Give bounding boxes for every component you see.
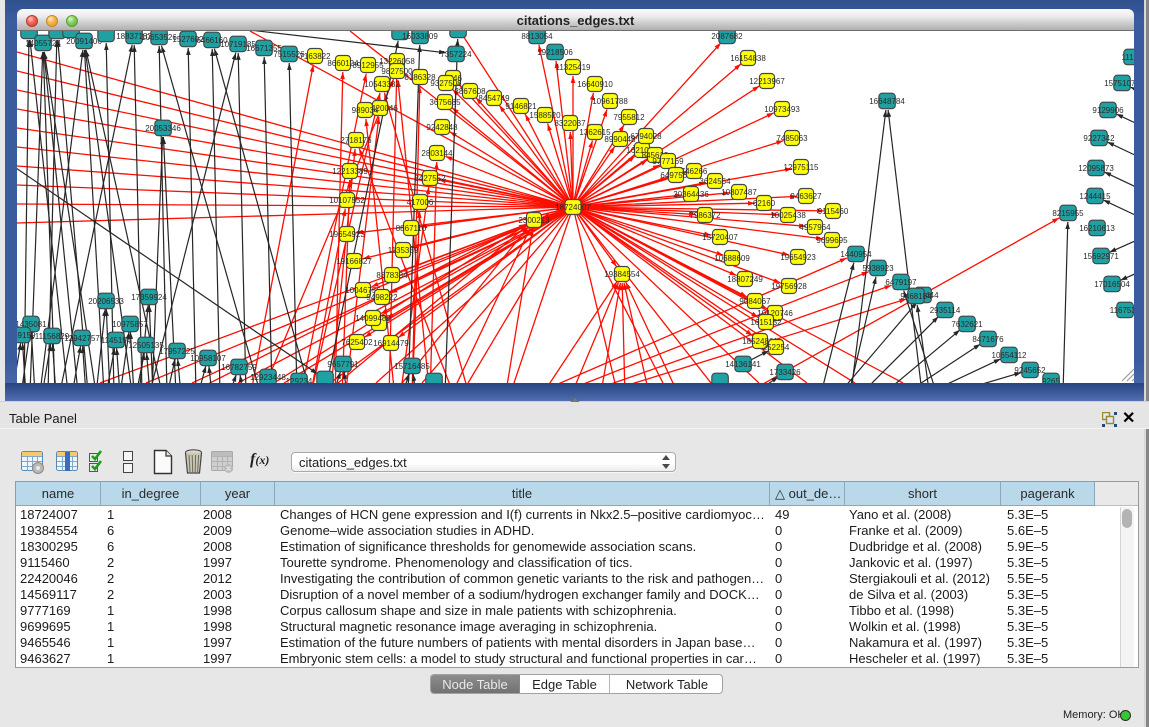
svg-text:15720407: 15720407 — [702, 233, 738, 242]
svg-text:9265: 9265 — [1042, 377, 1060, 383]
svg-text:18724007: 18724007 — [555, 203, 591, 212]
svg-text:16914479: 16914479 — [373, 339, 409, 348]
svg-text:7955812: 7955812 — [613, 113, 645, 122]
svg-text:19654923: 19654923 — [780, 253, 816, 262]
svg-text:3624554: 3624554 — [699, 177, 731, 186]
svg-text:11124: 11124 — [1121, 53, 1134, 62]
svg-text:19218506: 19218506 — [537, 48, 573, 57]
svg-text:417006: 417006 — [407, 198, 434, 207]
svg-text:9777169: 9777169 — [652, 157, 684, 166]
svg-text:8427552: 8427552 — [414, 174, 446, 183]
svg-text:7163822: 7163822 — [299, 52, 331, 61]
svg-text:9242848: 9242848 — [426, 123, 458, 132]
svg-text:2087682: 2087682 — [711, 32, 743, 41]
svg-text:10975857: 10975857 — [112, 320, 148, 329]
svg-text:20091406: 20091406 — [66, 37, 102, 46]
svg-text:14055724: 14055724 — [25, 39, 61, 48]
svg-text:15716485: 15716485 — [394, 362, 430, 371]
svg-text:9084067: 9084067 — [739, 297, 771, 306]
svg-text:16782759: 16782759 — [221, 363, 257, 372]
svg-text:252254: 252254 — [763, 343, 790, 352]
svg-text:746266: 746266 — [681, 167, 708, 176]
svg-text:9227342: 9227342 — [1083, 134, 1115, 143]
svg-text:9245652: 9245652 — [1014, 366, 1046, 375]
svg-text:10973493: 10973493 — [764, 105, 800, 114]
svg-text:1440954: 1440954 — [840, 250, 872, 259]
svg-text:17016504: 17016504 — [1094, 280, 1130, 289]
svg-text:62160: 62160 — [753, 199, 776, 208]
svg-text:1244415: 1244415 — [1079, 192, 1111, 201]
svg-text:15751074: 15751074 — [1104, 79, 1134, 88]
svg-text:19384554: 19384554 — [604, 270, 640, 279]
svg-text:10807487: 10807487 — [721, 188, 757, 197]
svg-text:14136141: 14136141 — [725, 360, 761, 369]
svg-text:18807249: 18807249 — [727, 275, 763, 284]
svg-text:2935114: 2935114 — [930, 306, 961, 315]
svg-text:8813054: 8813054 — [521, 32, 553, 41]
svg-text:8215955: 8215955 — [1052, 209, 1084, 218]
svg-text:1733426: 1733426 — [769, 368, 801, 377]
svg-text:2718176: 2718176 — [340, 136, 372, 145]
svg-text:20206533: 20206533 — [88, 297, 124, 306]
svg-text:939159: 939159 — [17, 331, 36, 340]
svg-text:2803144: 2803144 — [421, 149, 453, 158]
svg-text:1167533: 1167533 — [1110, 306, 1134, 315]
svg-text:1145194: 1145194 — [101, 336, 132, 345]
svg-text:19166827: 19166827 — [336, 257, 372, 266]
svg-text:129234: 129234 — [286, 377, 313, 383]
svg-text:1135359: 1135359 — [388, 246, 419, 255]
svg-text:10688609: 10688609 — [714, 254, 750, 263]
svg-text:16640910: 16640910 — [577, 80, 613, 89]
svg-text:8471676: 8471676 — [972, 335, 1004, 344]
svg-text:10107552: 10107552 — [329, 196, 365, 205]
svg-text:11325419: 11325419 — [556, 63, 592, 72]
svg-text:16648784: 16648784 — [869, 97, 905, 106]
svg-text:10958107: 10958107 — [190, 354, 226, 363]
svg-text:7357224: 7357224 — [440, 50, 472, 59]
svg-text:12942757: 12942757 — [64, 334, 100, 343]
svg-text:7485063: 7485063 — [776, 134, 808, 143]
svg-text:9129906: 9129906 — [1092, 106, 1124, 115]
svg-text:20053346: 20053346 — [145, 124, 181, 133]
svg-text:19654923: 19654923 — [329, 230, 365, 239]
svg-text:7632621: 7632621 — [951, 320, 983, 329]
svg-text:9468184: 9468184 — [900, 292, 932, 301]
svg-text:12975115: 12975115 — [784, 163, 820, 172]
svg-text:8878334: 8878334 — [376, 271, 408, 280]
svg-text:10543382: 10543382 — [364, 80, 400, 89]
svg-text:9146821: 9146821 — [505, 102, 537, 111]
svg-text:3675685: 3675685 — [429, 98, 461, 107]
svg-text:12095873: 12095873 — [1078, 164, 1114, 173]
svg-text:10025438: 10025438 — [770, 211, 806, 220]
svg-text:16033809: 16033809 — [402, 32, 438, 41]
svg-text:9115460: 9115460 — [818, 207, 849, 216]
svg-text:9498222: 9498222 — [366, 293, 398, 302]
svg-text:10961788: 10961788 — [592, 97, 628, 106]
svg-text:7986372: 7986372 — [689, 211, 721, 220]
svg-text:1615152: 1615152 — [750, 318, 782, 327]
svg-text:9463627: 9463627 — [790, 192, 822, 201]
svg-text:8322037: 8322037 — [554, 119, 586, 128]
svg-text:12213389: 12213389 — [332, 167, 368, 176]
svg-text:8867110: 8867110 — [396, 224, 427, 233]
svg-text:15692971: 15692971 — [1083, 252, 1119, 261]
svg-text:5938923: 5938923 — [862, 264, 894, 273]
svg-text:6794028: 6794028 — [630, 132, 662, 141]
svg-text:9657791: 9657791 — [327, 360, 359, 369]
svg-text:12923448: 12923448 — [250, 373, 286, 382]
svg-text:20364436: 20364436 — [673, 190, 709, 199]
svg-text:19756928: 19756928 — [771, 282, 807, 291]
svg-text:2300213: 2300213 — [518, 216, 550, 225]
svg-text:6479197: 6479197 — [885, 278, 917, 287]
svg-text:14099489: 14099489 — [355, 314, 391, 323]
svg-text:7625402: 7625402 — [341, 338, 373, 347]
svg-text:4957964: 4957964 — [799, 223, 831, 232]
svg-text:989034: 989034 — [352, 106, 379, 115]
svg-text:9699695: 9699695 — [816, 236, 848, 245]
svg-text:10654112: 10654112 — [992, 351, 1028, 360]
svg-text:16210613: 16210613 — [1079, 224, 1115, 233]
svg-text:17359924: 17359924 — [131, 293, 167, 302]
svg-text:16154838: 16154838 — [730, 54, 766, 63]
svg-text:12213967: 12213967 — [749, 77, 785, 86]
